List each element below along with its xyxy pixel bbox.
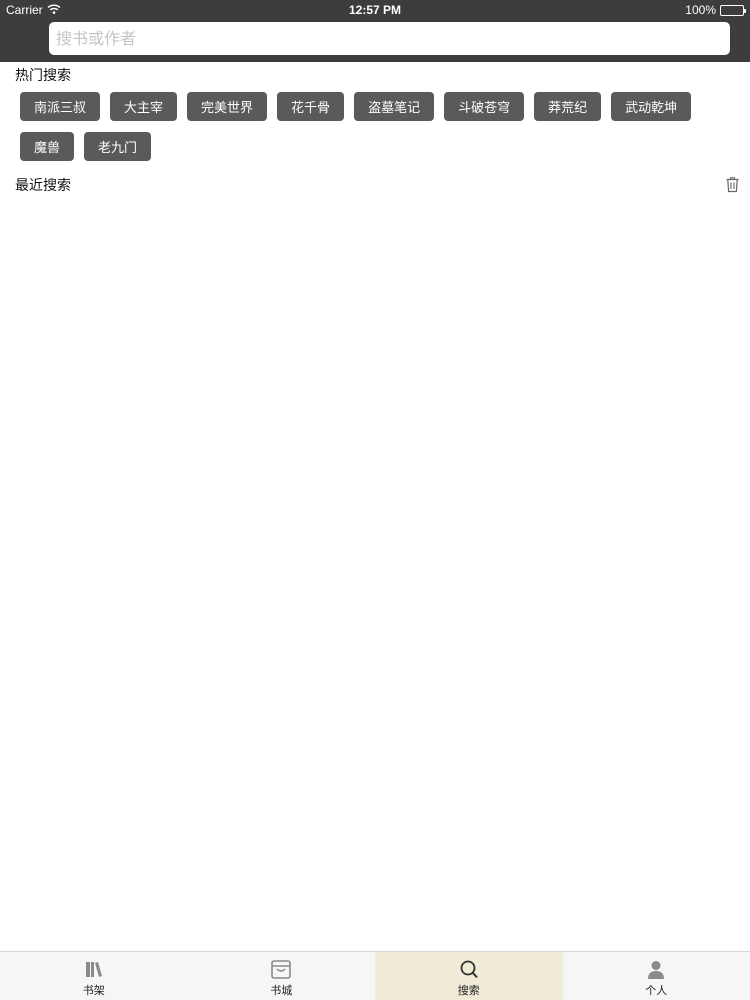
status-time: 12:57 PM [348, 3, 402, 17]
hot-search-tag[interactable]: 老九门 [84, 132, 152, 161]
search-bar[interactable] [49, 22, 730, 55]
hot-search-tag[interactable]: 完美世界 [187, 92, 268, 121]
search-screen: Carrier 12:57 PM 100% 热门搜索 南派三叔大主宰完美世界花千… [0, 0, 750, 1000]
trash-icon[interactable] [724, 176, 741, 193]
tab-label-bookstore: 书城 [270, 984, 293, 997]
hot-search-title: 热门搜索 [15, 68, 71, 84]
hot-search-tag[interactable]: 大主宰 [110, 92, 178, 121]
status-bar: Carrier 12:57 PM 100% [0, 0, 750, 20]
hot-search-tag[interactable]: 斗破苍穹 [444, 92, 525, 121]
status-right: 100% [685, 3, 746, 17]
tab-person[interactable]: 个人 [563, 952, 750, 1000]
person-icon [644, 959, 668, 984]
tab-label-bookshelf: 书架 [82, 984, 105, 997]
recent-search-title: 最近搜索 [15, 178, 71, 194]
tab-search[interactable]: 搜索 [375, 952, 563, 1000]
search-input[interactable] [56, 22, 730, 55]
bookshelf-icon [82, 959, 106, 984]
hot-search-tags: 南派三叔 大主宰 完美世界 花千骨 盗墓笔记 斗破苍穹 莽荒纪 武动乾坤魔兽 老九门 [20, 92, 720, 161]
bookstore-icon [269, 959, 293, 984]
header: Carrier 12:57 PM 100% [0, 0, 750, 62]
hot-search-tag[interactable]: 盗墓笔记 [354, 92, 435, 121]
hot-search-tag[interactable]: 武动乾坤 [611, 92, 692, 121]
tab-label-search: 搜索 [457, 984, 480, 997]
hot-search-tag[interactable]: 魔兽 [20, 132, 75, 161]
tab-bookstore[interactable]: 书城 [188, 952, 376, 1000]
tab-label-person: 个人 [645, 984, 668, 997]
hot-search-tag[interactable]: 南派三叔 [20, 92, 101, 121]
hot-search-tag[interactable]: 莽荒纪 [534, 92, 602, 121]
tab-bookshelf[interactable]: 书架 [0, 952, 188, 1000]
search-icon [457, 959, 481, 984]
tab-bar: 书架 书城 搜索 个人 [0, 951, 750, 1000]
hot-search-tag[interactable]: 花千骨 [277, 92, 345, 121]
battery-percent: 100% [685, 3, 716, 17]
battery-icon [720, 4, 746, 16]
